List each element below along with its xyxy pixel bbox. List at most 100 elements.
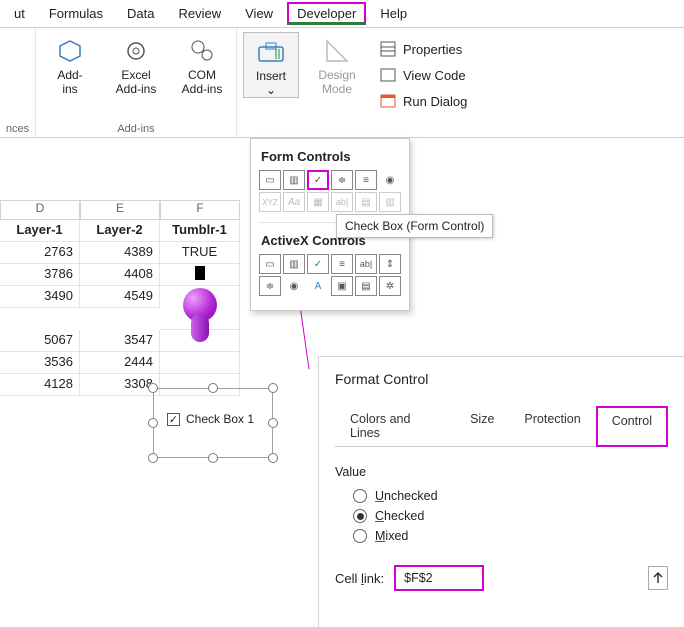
- toggle-ax-icon[interactable]: ▤: [355, 276, 377, 296]
- cell[interactable]: 4389: [80, 242, 160, 264]
- cell[interactable]: 3547: [80, 330, 160, 352]
- ribbon-tabs: ut Formulas Data Review View Developer H…: [0, 0, 684, 28]
- addins-label: Add- ins: [57, 68, 82, 96]
- resize-handle[interactable]: [148, 453, 158, 463]
- cell[interactable]: [160, 286, 240, 330]
- properties-button[interactable]: Properties: [375, 36, 471, 62]
- checkbox-inner[interactable]: ✓ Check Box 1: [167, 412, 254, 426]
- excel-addins-button[interactable]: Excel Add-ins: [108, 32, 164, 96]
- cell[interactable]: 3786: [0, 264, 80, 286]
- cell[interactable]: 4549: [80, 286, 160, 308]
- resize-handle[interactable]: [268, 418, 278, 428]
- dialog-title: Format Control: [335, 371, 668, 387]
- radio-mixed[interactable]: MixedMixed: [353, 529, 668, 543]
- tab-help[interactable]: Help: [370, 2, 417, 25]
- other-form-icon[interactable]: ▥: [379, 192, 401, 212]
- more-ax-icon[interactable]: ✲: [379, 276, 401, 296]
- button-ax-icon[interactable]: ▭: [259, 254, 281, 274]
- cell[interactable]: Tumblr-1: [160, 220, 240, 242]
- checkbox-form-icon[interactable]: ✓: [307, 170, 329, 190]
- tab-view[interactable]: View: [235, 2, 283, 25]
- tab-control[interactable]: Control: [596, 406, 668, 447]
- grid-form-icon[interactable]: ▤: [355, 192, 377, 212]
- form-controls-grid: ▭ ▥ ✓ ≑ ≡ ◉ XYZ Aa ▦ ab| ▤ ▥: [255, 170, 405, 220]
- view-code-label: View Code: [403, 68, 466, 83]
- cell[interactable]: 2763: [0, 242, 80, 264]
- col-header[interactable]: D: [0, 200, 80, 220]
- properties-icon: [379, 40, 397, 58]
- option-ax-icon[interactable]: ◉: [283, 276, 305, 296]
- resize-handle[interactable]: [268, 453, 278, 463]
- design-mode-button[interactable]: Design Mode: [309, 32, 365, 96]
- col-header[interactable]: E: [80, 200, 160, 220]
- col-header[interactable]: F: [160, 200, 240, 220]
- cell[interactable]: [160, 352, 240, 374]
- radio-unchecked[interactable]: UUncheckednchecked: [353, 489, 668, 503]
- spin-ax-icon[interactable]: ≑: [259, 276, 281, 296]
- cell[interactable]: [160, 264, 240, 286]
- option-form-icon[interactable]: ◉: [379, 170, 401, 190]
- cell[interactable]: Layer-1: [0, 220, 80, 242]
- label-form-icon[interactable]: XYZ: [259, 192, 281, 212]
- tab-formulas[interactable]: Formulas: [39, 2, 113, 25]
- cell-link-input[interactable]: $F$2: [394, 565, 484, 591]
- resize-handle[interactable]: [268, 383, 278, 393]
- resize-handle[interactable]: [208, 453, 218, 463]
- group-label: nces: [6, 123, 29, 135]
- label-ax-icon[interactable]: A: [307, 276, 329, 296]
- com-addins-button[interactable]: COM Add-ins: [174, 32, 230, 96]
- spin-form-icon[interactable]: ≑: [331, 170, 353, 190]
- cell[interactable]: TRUE: [160, 242, 240, 264]
- scroll-form-icon[interactable]: ab|: [331, 192, 353, 212]
- tab-review[interactable]: Review: [169, 2, 232, 25]
- tab-colors-lines[interactable]: Colors and Lines: [335, 405, 455, 446]
- addins-button[interactable]: Add- ins: [42, 32, 98, 96]
- cell[interactable]: 2444: [80, 352, 160, 374]
- dialog-icon: [379, 92, 397, 110]
- activex-controls-grid: ▭ ▥ ✓ ≡ ab| ⇕ ≑ ◉ A ▣ ▤ ✲: [255, 254, 405, 304]
- combo-ax-icon[interactable]: ▥: [283, 254, 305, 274]
- collapse-dialog-button[interactable]: [648, 566, 668, 590]
- list-form-icon[interactable]: ≡: [355, 170, 377, 190]
- dialog-tabs: Colors and Lines Size Protection Control: [335, 405, 668, 447]
- bulb-image: [181, 288, 219, 344]
- text-form-icon[interactable]: Aa: [283, 192, 305, 212]
- group-references-cut: nces: [0, 28, 36, 137]
- resize-handle[interactable]: [148, 418, 158, 428]
- resize-handle[interactable]: [148, 383, 158, 393]
- cell[interactable]: Layer-2: [80, 220, 160, 242]
- tab-layout[interactable]: ut: [4, 2, 35, 25]
- cell[interactable]: 3490: [0, 286, 80, 308]
- toolbox-icon: [256, 37, 286, 67]
- combo-form-icon[interactable]: ▥: [283, 170, 305, 190]
- tab-developer[interactable]: Developer: [287, 2, 366, 25]
- scroll-ax-icon[interactable]: ⇕: [379, 254, 401, 274]
- value-label: Value: [335, 465, 668, 479]
- tab-data[interactable]: Data: [117, 2, 164, 25]
- group-form-icon[interactable]: ▦: [307, 192, 329, 212]
- checkbox-ax-icon[interactable]: ✓: [307, 254, 329, 274]
- gears-icon: [187, 36, 217, 66]
- list-ax-icon[interactable]: ≡: [331, 254, 353, 274]
- ruler-triangle-icon: [322, 36, 352, 66]
- radio-checked[interactable]: CheckedChecked: [353, 509, 668, 523]
- tab-size[interactable]: Size: [455, 405, 509, 446]
- cell[interactable]: 5067: [0, 330, 80, 352]
- resize-handle[interactable]: [208, 383, 218, 393]
- black-rect-icon: [195, 266, 205, 280]
- text-ax-icon[interactable]: ab|: [355, 254, 377, 274]
- insert-button[interactable]: Insert⌄: [243, 32, 299, 98]
- button-form-icon[interactable]: ▭: [259, 170, 281, 190]
- addins-group-label: Add-ins: [117, 123, 154, 135]
- form-controls-header: Form Controls: [255, 145, 405, 170]
- image-ax-icon[interactable]: ▣: [331, 276, 353, 296]
- gear-icon: [121, 36, 151, 66]
- checkbox-control-selected[interactable]: ✓ Check Box 1: [153, 388, 273, 458]
- radio-icon: [353, 489, 367, 503]
- run-dialog-button[interactable]: Run Dialog: [375, 88, 471, 114]
- view-code-button[interactable]: View Code: [375, 62, 471, 88]
- cell[interactable]: 3536: [0, 352, 80, 374]
- cell[interactable]: 4128: [0, 374, 80, 396]
- cell[interactable]: 4408: [80, 264, 160, 286]
- tab-protection[interactable]: Protection: [509, 405, 595, 446]
